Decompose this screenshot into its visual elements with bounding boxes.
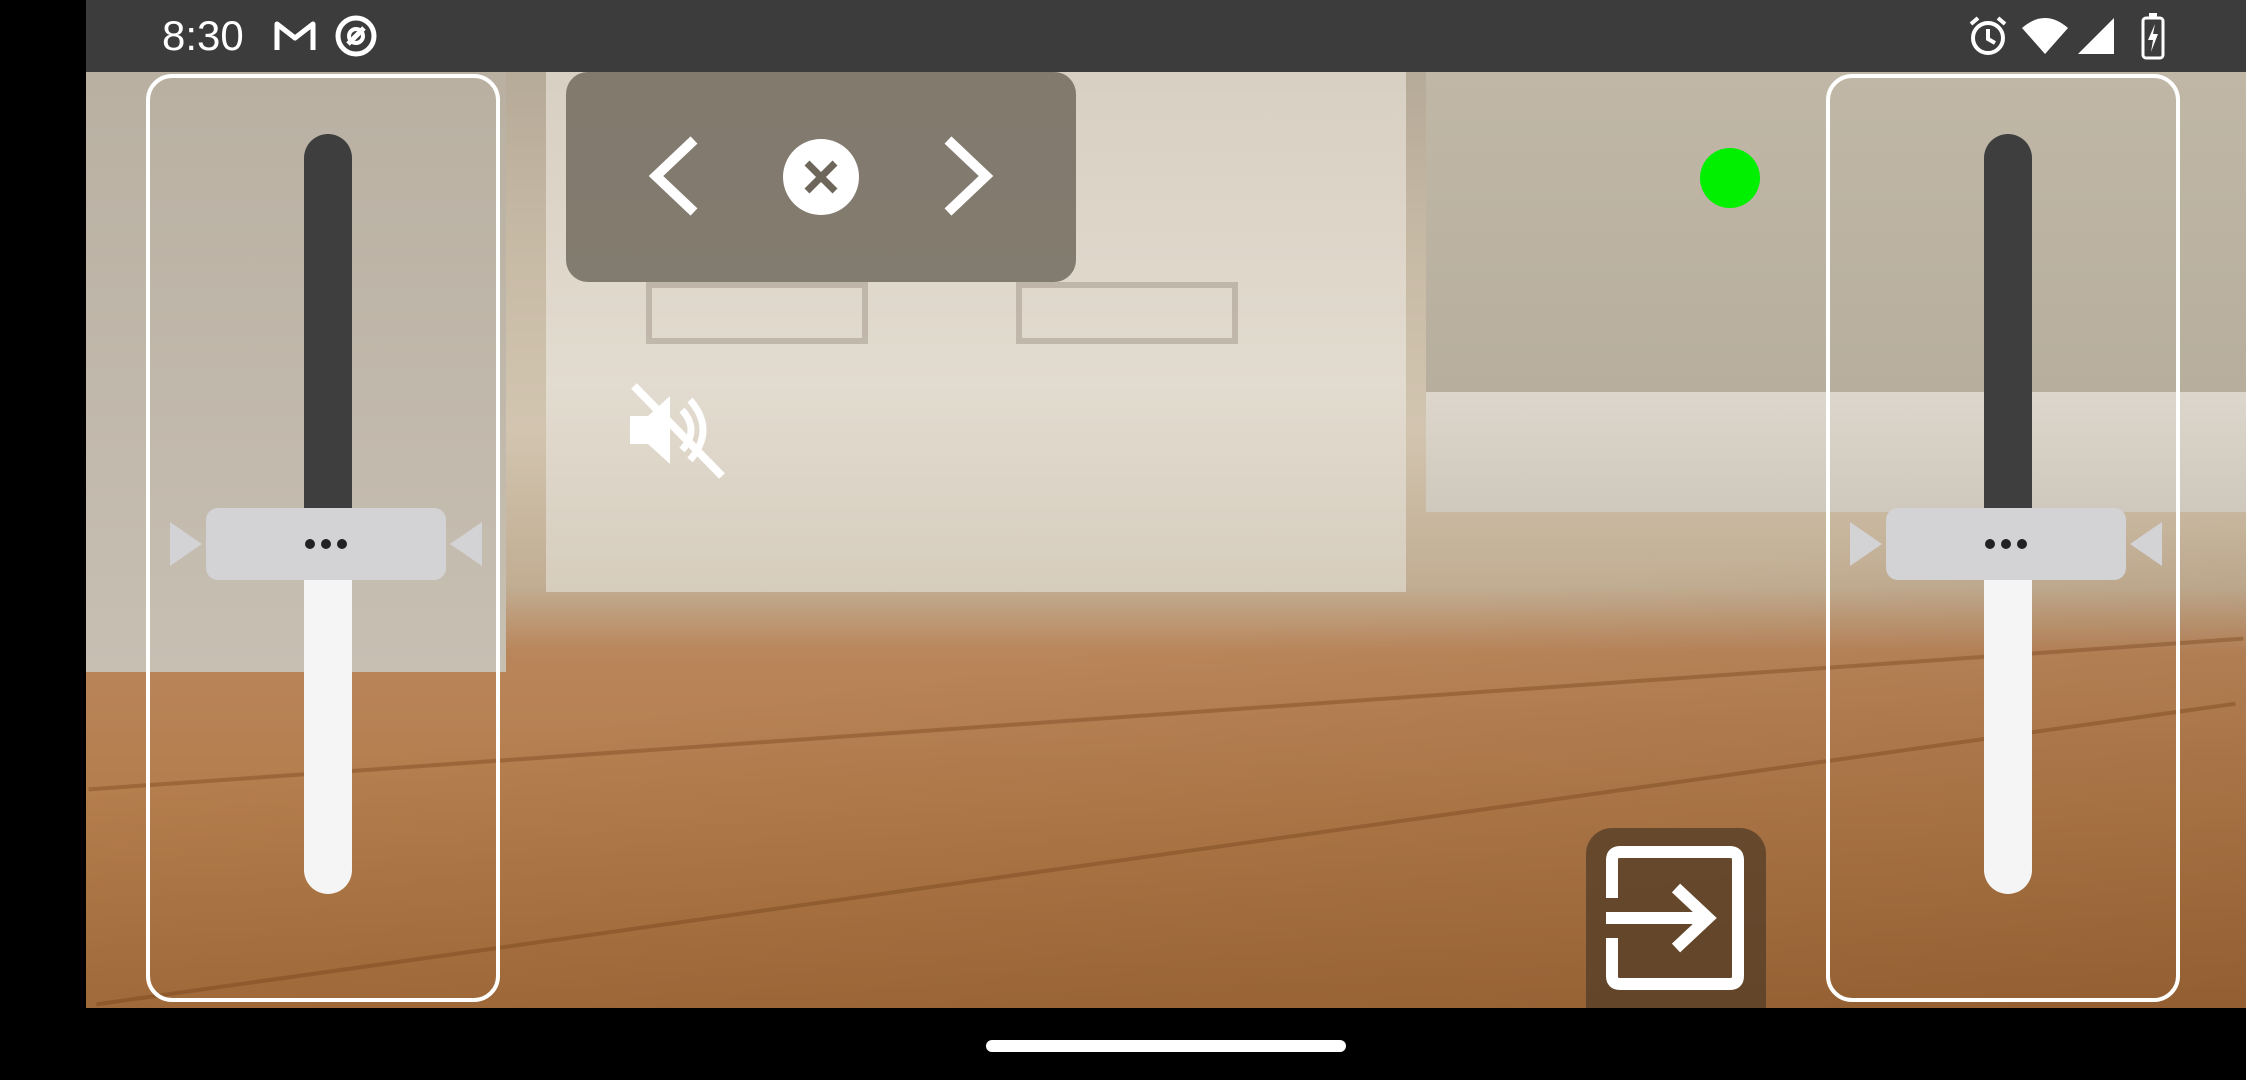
exit-to-app-icon	[1606, 846, 1744, 990]
slider-marker-left	[170, 522, 202, 566]
slider-marker-right	[450, 522, 482, 566]
slider-thumb[interactable]	[1886, 508, 2126, 580]
cellular-signal-icon	[2078, 18, 2114, 54]
system-navigation-bar	[86, 1008, 2246, 1080]
more-horizontal-icon	[305, 539, 347, 549]
chevron-right-icon[interactable]	[912, 124, 1016, 228]
slider-marker-left	[1850, 522, 1882, 566]
alarm-icon	[1969, 16, 2007, 55]
right-throttle-slider[interactable]	[1826, 74, 2180, 1002]
navigation-panel	[566, 72, 1076, 282]
slider-thumb[interactable]	[206, 508, 446, 580]
exit-button[interactable]	[1586, 828, 1766, 1008]
more-horizontal-icon	[1985, 539, 2027, 549]
app-notification-icon	[335, 15, 377, 57]
connection-status-indicator	[1700, 148, 1760, 208]
status-bar: 8:30	[86, 0, 2246, 72]
volume-off-icon[interactable]	[626, 380, 726, 480]
home-gesture-handle[interactable]	[986, 1040, 1346, 1052]
gmail-icon	[274, 21, 316, 50]
slider-track-upper	[1984, 134, 2032, 514]
chevron-left-icon[interactable]	[626, 124, 730, 228]
close-circle-icon[interactable]	[783, 139, 859, 215]
status-time: 8:30	[162, 12, 244, 59]
slider-track-upper	[304, 134, 352, 514]
slider-marker-right	[2130, 522, 2162, 566]
battery-charging-icon	[2141, 13, 2165, 60]
left-throttle-slider[interactable]	[146, 74, 500, 1002]
wifi-icon	[2022, 18, 2068, 54]
